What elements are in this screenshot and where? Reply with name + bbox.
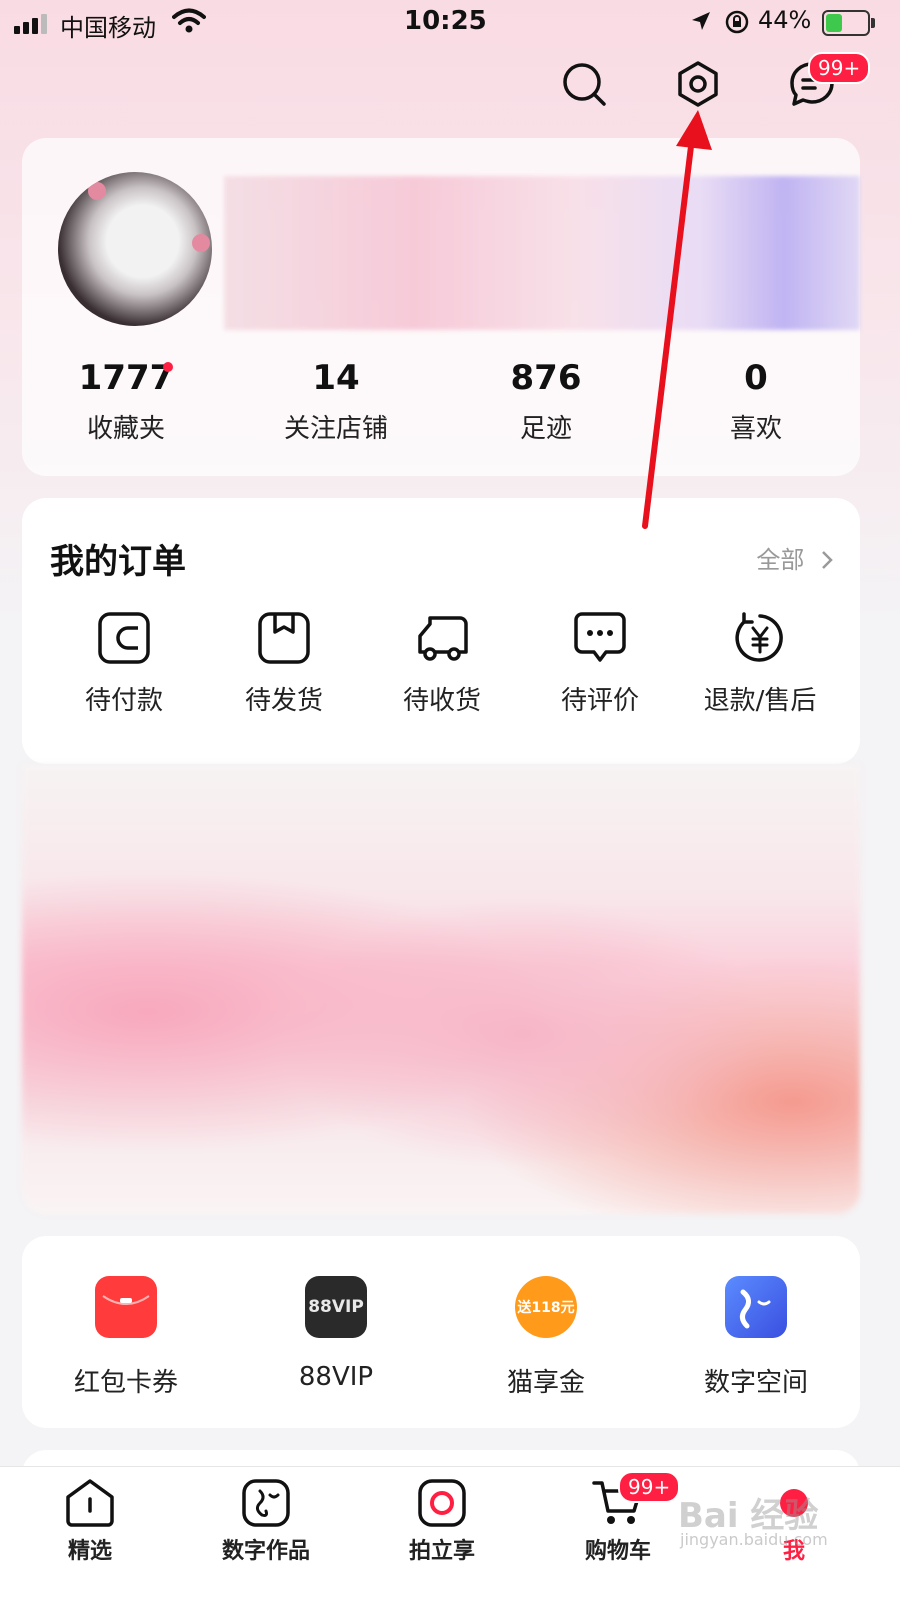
annotation-arrow	[642, 110, 712, 529]
